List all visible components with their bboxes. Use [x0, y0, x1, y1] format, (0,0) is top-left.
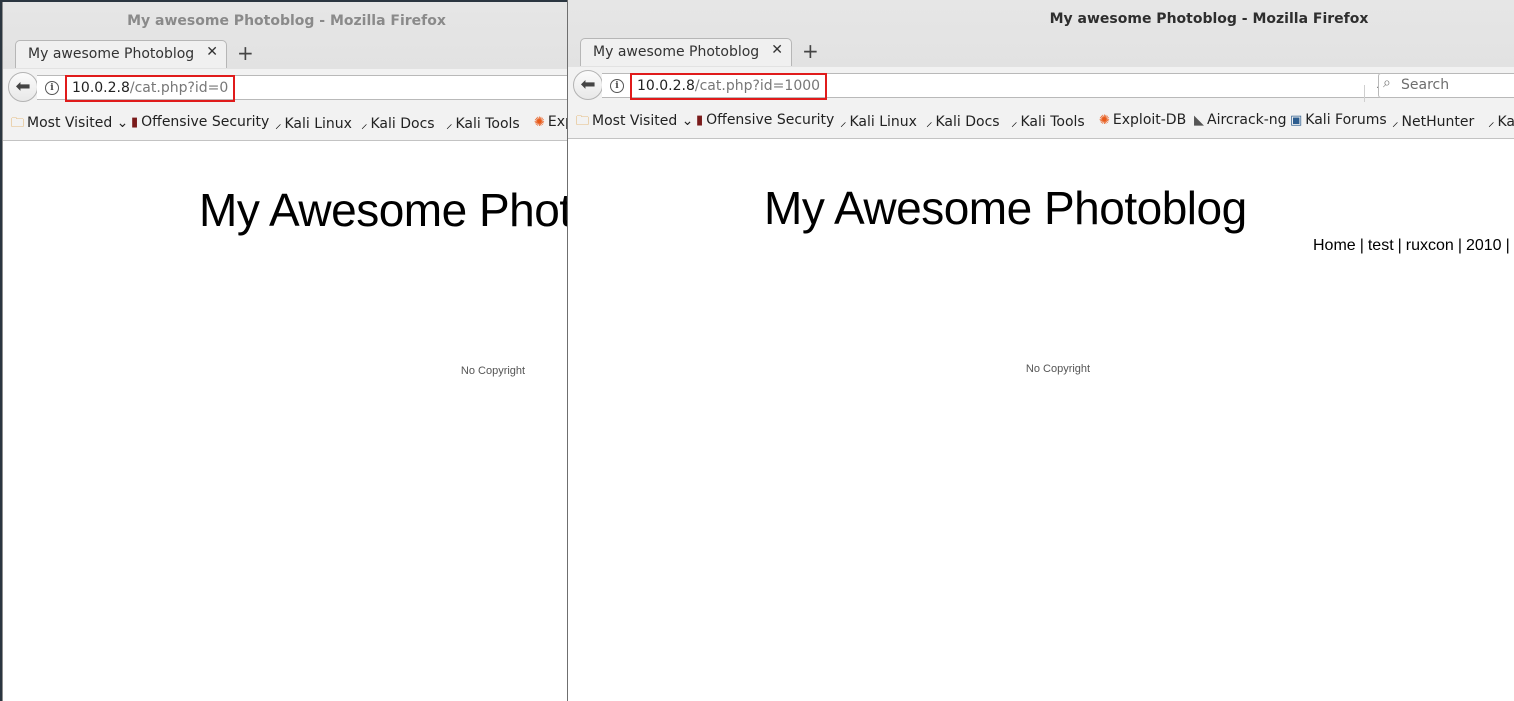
kali-dragon-icon: ⸝	[926, 115, 933, 130]
page-content: My Awesome Photoblog Home | test | ruxcon | 20…	[568, 139, 1514, 701]
kali-dragon-icon: ⸝	[840, 115, 847, 130]
bookmark-kali-docs[interactable]: ⸝ Kali Docs	[361, 114, 435, 132]
search-icon: ⌕	[1383, 75, 1391, 91]
bookmark-offensive-security[interactable]: ▮ Offensive Security	[696, 112, 834, 128]
bookmark-kali-tools[interactable]: ⸝ Kali Tools	[1011, 112, 1085, 130]
tab-photoblog[interactable]: My awesome Photoblog ✕	[580, 38, 792, 66]
bookmark-kali-docs[interactable]: ⸝ Kali Docs	[926, 112, 1000, 130]
url-host: 10.0.2.8	[72, 80, 130, 96]
page-content: My Awesome Photoblog No Copyright	[3, 141, 570, 701]
tab-photoblog[interactable]: My awesome Photoblog ✕	[15, 40, 227, 68]
kali-dragon-icon: ⸝	[275, 117, 282, 132]
new-tab-icon[interactable]: +	[237, 41, 254, 65]
offsec-icon: ▮	[696, 113, 704, 128]
bookmark-most-visited[interactable]: 🗀 Most Visited ⌄	[576, 112, 693, 134]
back-arrow-icon[interactable]: ⬅	[8, 72, 38, 102]
tab-strip: My awesome Photoblog ✕ +	[3, 39, 570, 69]
kali-dragon-icon: ⸝	[446, 117, 453, 132]
bookmark-nethunter[interactable]: ⸝ NetHunter	[1392, 112, 1474, 130]
bookmark-offensive-security[interactable]: ▮ Offensive Security	[131, 114, 269, 130]
bookmark-kali-linux[interactable]: ⸝ Kali Linux	[275, 114, 352, 132]
bookmark-aircrack-ng[interactable]: ◣ Aircrack-ng	[1194, 112, 1287, 128]
nav-separator: |	[1457, 237, 1462, 254]
bookmark-exploit-db[interactable]: ✺Exploit-DB	[534, 114, 570, 130]
browser-chrome: My awesome Photoblog - Mozilla Firefox M…	[3, 2, 570, 141]
back-arrow-icon[interactable]: ⬅	[573, 70, 603, 100]
bookmark-kali-linux[interactable]: ⸝ Kali Linux	[840, 112, 917, 130]
bookmark-exploit-db[interactable]: ✺Exploit-DB	[1099, 112, 1186, 128]
kali-dragon-icon: ⸝	[1392, 115, 1399, 130]
bookmark-kali-tools[interactable]: ⸝ Kali Tools	[446, 114, 520, 132]
exploit-db-icon: ✺	[1099, 113, 1110, 128]
browser-window-left: My awesome Photoblog - Mozilla Firefox M…	[2, 2, 570, 701]
kali-forums-icon: ▣	[1290, 113, 1303, 128]
urlbar-separator	[1364, 85, 1365, 102]
footer-text: No Copyright	[460, 365, 526, 377]
bookmarks-toolbar: 🗀 Most Visited ⌄ ▮ Offensive Security ⸝ Kal…	[3, 107, 570, 140]
search-placeholder: Search	[1401, 77, 1450, 93]
close-tab-icon[interactable]: ✕	[206, 44, 218, 60]
kali-dragon-icon: ⸝	[1011, 115, 1018, 130]
url-bar[interactable]: i 10.0.2.8/cat.php?id=0	[37, 75, 570, 102]
tab-title: My awesome Photoblog	[28, 46, 195, 62]
folder-icon: 🗀	[576, 114, 590, 129]
site-title: My Awesome Photoblog	[764, 182, 1247, 234]
info-icon[interactable]: i	[45, 81, 59, 95]
nav-link-test[interactable]: test	[1368, 237, 1394, 254]
offsec-icon: ▮	[131, 115, 139, 130]
bookmark-most-visited[interactable]: 🗀 Most Visited ⌄	[11, 114, 128, 136]
nav-bar: ⬅ i 10.0.2.8/cat.php?id=0	[3, 69, 570, 107]
kali-dragon-icon: ⸝	[361, 117, 368, 132]
nav-link-ruxcon[interactable]: ruxcon	[1406, 237, 1454, 254]
url-highlight-box: 10.0.2.8/cat.php?id=0	[65, 75, 236, 102]
nav-bar: ⬅ i 10.0.2.8/cat.php?id=1000 ↻ ⌕ Search	[568, 67, 1514, 105]
url-host: 10.0.2.8	[637, 78, 695, 94]
url-bar[interactable]: i 10.0.2.8/cat.php?id=1000 ↻	[602, 73, 1389, 102]
nav-separator: |	[1397, 237, 1402, 254]
kali-dragon-icon: ⸝	[1488, 115, 1495, 130]
url-path: /cat.php?id=1000	[694, 78, 821, 94]
nav-link-2010[interactable]: 2010	[1466, 237, 1502, 254]
tab-title: My awesome Photoblog	[593, 44, 760, 60]
browser-chrome: My awesome Photoblog - Mozilla Firefox M…	[568, 0, 1514, 139]
site-title: My Awesome Photoblog	[199, 184, 570, 236]
tab-strip: My awesome Photoblog ✕ +	[568, 37, 1514, 67]
bookmarks-toolbar: 🗀 Most Visited ⌄ ▮ Offensive Security ⸝ Kal…	[568, 105, 1514, 138]
aircrack-icon: ◣	[1194, 113, 1204, 128]
close-tab-icon[interactable]: ✕	[771, 42, 783, 58]
exploit-db-icon: ✺	[534, 115, 545, 130]
footer-text: No Copyright	[1025, 363, 1091, 375]
window-title: My awesome Photoblog - Mozilla Firefox	[127, 13, 446, 29]
bookmark-kali-forums[interactable]: ▣ Kali Forums	[1290, 112, 1387, 128]
folder-icon: 🗀	[11, 116, 25, 131]
site-nav: Home | test | ruxcon | 2010 |	[1313, 237, 1514, 255]
new-tab-icon[interactable]: +	[802, 39, 819, 63]
window-title: My awesome Photoblog - Mozilla Firefox	[1049, 11, 1369, 27]
info-icon[interactable]: i	[610, 79, 624, 93]
search-bar[interactable]: ⌕ Search	[1378, 73, 1514, 98]
nav-link-home[interactable]: Home	[1313, 237, 1356, 254]
nav-separator: |	[1359, 237, 1364, 254]
url-highlight-box: 10.0.2.8/cat.php?id=1000	[630, 73, 828, 100]
nav-separator: |	[1505, 237, 1510, 254]
url-path: /cat.php?id=0	[129, 80, 229, 96]
browser-window-right: My awesome Photoblog - Mozilla Firefox M…	[567, 0, 1514, 701]
bookmark-kali-training[interactable]: ⸝Kali Training	[1488, 112, 1514, 130]
